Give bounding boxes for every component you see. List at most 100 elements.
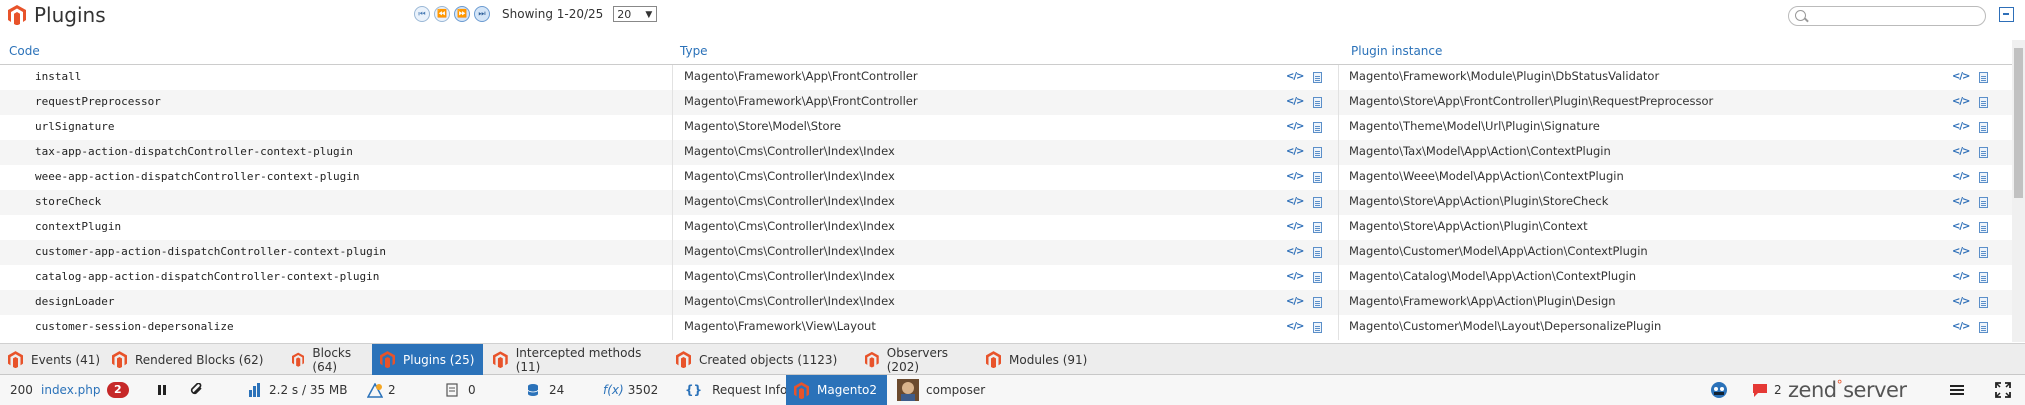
scrollbar-thumb[interactable] <box>2014 48 2023 198</box>
tab-modules[interactable]: Modules (91) <box>978 344 1088 375</box>
file-icon[interactable] <box>1979 72 1988 83</box>
warning-icon <box>367 382 383 398</box>
code-view-icon[interactable]: </> <box>1286 271 1304 282</box>
code-view-icon[interactable]: </> <box>1952 121 1970 132</box>
previous-page-button[interactable]: ⏪ <box>434 6 450 22</box>
attach-button[interactable] <box>190 375 204 405</box>
request-info-label: Request Info <box>712 383 788 397</box>
column-header-plugin-instance[interactable]: Plugin instance <box>1351 44 1442 58</box>
file-icon[interactable] <box>1313 72 1322 83</box>
code-view-icon[interactable]: </> <box>1286 96 1304 107</box>
code-view-icon[interactable]: </> <box>1952 296 1970 307</box>
code-view-icon[interactable]: </> <box>1952 171 1970 182</box>
magento-extension-tab[interactable]: Magento2 <box>786 375 887 405</box>
tab-intercepted-methods[interactable]: Intercepted methods (11) <box>485 344 667 375</box>
tab-events[interactable]: Events (41) <box>0 344 104 375</box>
performance-item[interactable]: 2.2 s / 35 MB <box>248 375 348 405</box>
collapse-panel-button[interactable] <box>1999 7 2014 22</box>
menu-button[interactable] <box>1950 375 1964 405</box>
file-icon[interactable] <box>1979 197 1988 208</box>
tab-rendered-blocks[interactable]: Rendered Blocks (62) <box>104 344 264 375</box>
script-link[interactable]: index.php <box>41 375 100 405</box>
table-row[interactable]: customer-session-depersonalize Magento\Fr… <box>0 315 2012 340</box>
table-row[interactable]: install Magento\Framework\App\FrontContro… <box>0 65 2012 90</box>
table-row[interactable]: requestPreprocessor Magento\Framework\App… <box>0 90 2012 115</box>
file-icon[interactable] <box>1979 272 1988 283</box>
warnings-count: 2 <box>388 383 396 397</box>
code-view-icon[interactable]: </> <box>1952 321 1970 332</box>
logs-item[interactable]: 0 <box>446 375 476 405</box>
column-header-code[interactable]: Code <box>9 44 40 58</box>
table-row[interactable]: customer-app-action-dispatchController-c… <box>0 240 2012 265</box>
request-info-item[interactable]: {} Request Info <box>685 375 787 405</box>
column-divider <box>672 115 673 140</box>
file-icon[interactable] <box>1979 222 1988 233</box>
table-row[interactable]: storeCheck Magento\Cms\Controller\Index\I… <box>0 190 2012 215</box>
functions-item[interactable]: f(x) 3502 <box>603 375 658 405</box>
file-icon[interactable] <box>1313 222 1322 233</box>
file-icon[interactable] <box>1313 297 1322 308</box>
table-row[interactable]: designLoader Magento\Cms\Controller\Index… <box>0 290 2012 315</box>
magento-label: Magento2 <box>817 383 877 397</box>
code-view-icon[interactable]: </> <box>1952 271 1970 282</box>
code-view-icon[interactable]: </> <box>1286 321 1304 332</box>
first-page-button[interactable]: ⏮ <box>414 6 430 22</box>
fullscreen-button[interactable] <box>1995 375 2011 405</box>
per-page-select[interactable]: 20 ▼ <box>613 6 658 22</box>
file-icon[interactable] <box>1313 247 1322 258</box>
file-icon[interactable] <box>1979 122 1988 133</box>
file-icon[interactable] <box>1313 97 1322 108</box>
file-icon[interactable] <box>1979 297 1988 308</box>
notifications-item[interactable]: 2 <box>1752 375 1782 405</box>
code-view-icon[interactable]: </> <box>1952 246 1970 257</box>
search-input[interactable] <box>1788 6 1986 26</box>
expand-icon <box>1995 382 2011 398</box>
tab-created-objects[interactable]: Created objects (1123) <box>668 344 855 375</box>
code-view-icon[interactable]: </> <box>1952 221 1970 232</box>
file-icon[interactable] <box>1979 247 1988 258</box>
file-icon[interactable] <box>1313 172 1322 183</box>
file-icon[interactable] <box>1313 147 1322 158</box>
column-divider <box>1338 165 1339 190</box>
code-view-icon[interactable]: </> <box>1286 71 1304 82</box>
file-icon[interactable] <box>1313 272 1322 283</box>
db-queries-item[interactable]: 24 <box>527 375 564 405</box>
code-view-icon[interactable]: </> <box>1952 96 1970 107</box>
table-row[interactable]: contextPlugin Magento\Cms\Controller\Inde… <box>0 215 2012 240</box>
last-page-button[interactable]: ⏭ <box>474 6 490 22</box>
file-icon[interactable] <box>1979 172 1988 183</box>
file-icon[interactable] <box>1979 97 1988 108</box>
table-row[interactable]: weee-app-action-dispatchController-conte… <box>0 165 2012 190</box>
pause-button[interactable] <box>157 375 167 405</box>
tab-observers[interactable]: Observers (202) <box>857 344 976 375</box>
zray-button[interactable] <box>1710 375 1728 405</box>
code-view-icon[interactable]: </> <box>1286 246 1304 257</box>
composer-extension-tab[interactable]: composer <box>897 375 985 405</box>
tab-plugins[interactable]: Plugins (25) <box>372 344 483 375</box>
code-view-icon[interactable]: </> <box>1286 296 1304 307</box>
file-icon[interactable] <box>1313 197 1322 208</box>
file-icon[interactable] <box>1979 322 1988 333</box>
warnings-item[interactable]: 2 <box>367 375 396 405</box>
code-view-icon[interactable]: </> <box>1952 196 1970 207</box>
code-view-icon[interactable]: </> <box>1952 146 1970 157</box>
code-view-icon[interactable]: </> <box>1286 146 1304 157</box>
table-scrollbar[interactable] <box>2012 40 2025 342</box>
header: Plugins ⏮ ⏪ ⏩ ⏭ Showing 1-20/25 20 ▼ <box>0 0 2025 32</box>
table-row[interactable]: catalog-app-action-dispatchController-co… <box>0 265 2012 290</box>
column-header-type[interactable]: Type <box>680 44 708 58</box>
code-view-icon[interactable]: </> <box>1286 196 1304 207</box>
file-icon[interactable] <box>1313 122 1322 133</box>
code-view-icon[interactable]: </> <box>1286 171 1304 182</box>
code-view-icon[interactable]: </> <box>1286 221 1304 232</box>
next-page-button[interactable]: ⏩ <box>454 6 470 22</box>
file-icon[interactable] <box>1979 147 1988 158</box>
file-icon[interactable] <box>1313 322 1322 333</box>
code-view-icon[interactable]: </> <box>1952 71 1970 82</box>
error-badge[interactable]: 2 <box>107 382 129 398</box>
tab-blocks[interactable]: Blocks (64) <box>284 344 368 375</box>
table-row[interactable]: tax-app-action-dispatchController-contex… <box>0 140 2012 165</box>
error-badge-wrap[interactable]: 2 <box>107 375 129 405</box>
table-row[interactable]: urlSignature Magento\Store\Model\Store </>… <box>0 115 2012 140</box>
code-view-icon[interactable]: </> <box>1286 121 1304 132</box>
